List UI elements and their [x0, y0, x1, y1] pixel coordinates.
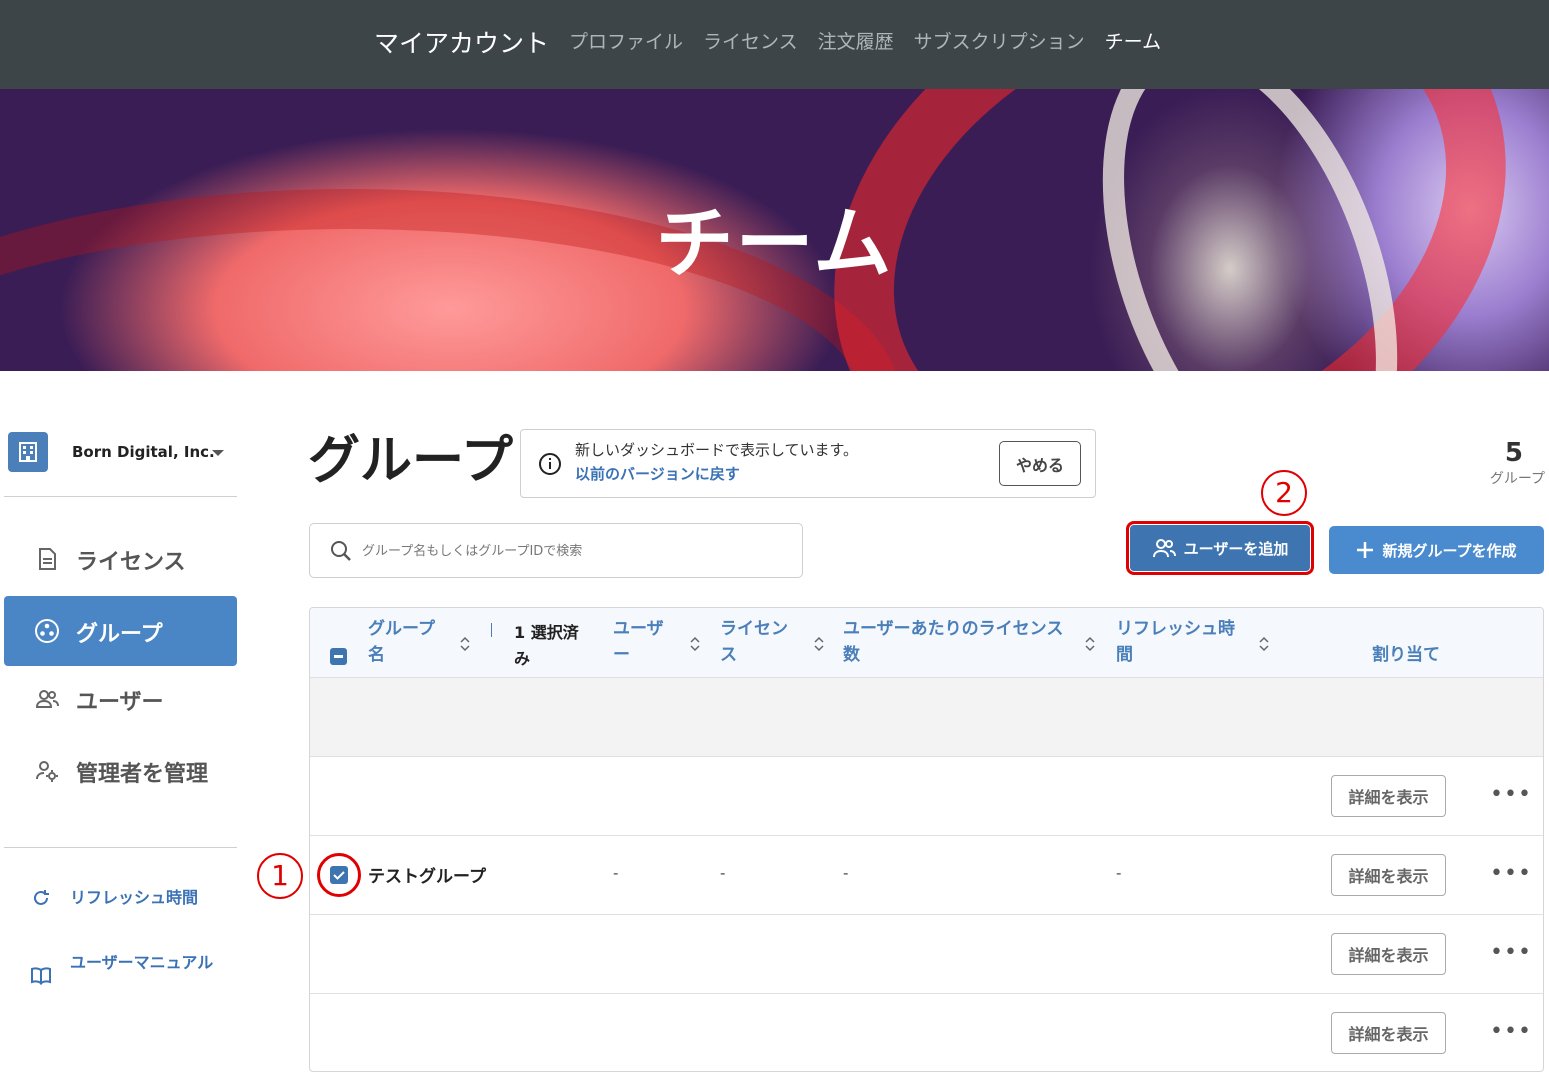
more-menu-icon[interactable]: •••: [1490, 1021, 1532, 1043]
cell-users: -: [613, 864, 619, 882]
row-checkbox[interactable]: [330, 866, 348, 884]
book-icon: [31, 967, 51, 985]
notice-message: 新しいダッシュボードで表示しています。: [575, 441, 859, 459]
table-row: テストグループ - - - - 詳細を表示 •••: [310, 836, 1543, 915]
view-details-button[interactable]: 詳細を表示: [1331, 933, 1446, 975]
sort-icon[interactable]: [1084, 634, 1096, 654]
org-selector[interactable]: Born Digital, Inc.: [8, 432, 238, 474]
more-menu-icon[interactable]: •••: [1490, 863, 1532, 885]
group-icon: [35, 619, 59, 643]
select-all-checkbox[interactable]: [330, 648, 347, 665]
search-input[interactable]: [362, 537, 782, 565]
nav-profile[interactable]: プロファイル: [569, 27, 683, 54]
group-count-unit: グループ: [1489, 471, 1545, 487]
callout-1: 1: [257, 853, 303, 899]
revert-version-link[interactable]: 以前のバージョンに戻す: [575, 463, 740, 484]
groups-table: グループ名 1 選択済み ユーザー ライセンス ユーザーあたりのライセンス数 リ…: [309, 607, 1544, 1072]
document-icon: [39, 548, 56, 570]
nav-subscriptions[interactable]: サブスクリプション: [914, 27, 1085, 54]
plus-icon: [1357, 542, 1374, 558]
sidebar-divider: [4, 847, 237, 848]
sidebar-item-licenses[interactable]: ライセンス: [4, 524, 237, 594]
stop-button[interactable]: やめる: [999, 441, 1081, 486]
header-separator: [491, 623, 492, 637]
check-icon: [333, 871, 345, 880]
nav-orders[interactable]: 注文履歴: [818, 27, 894, 54]
refresh-time-label: リフレッシュ時間: [70, 888, 199, 907]
table-row: 詳細を表示 •••: [310, 915, 1543, 994]
view-details-button[interactable]: 詳細を表示: [1331, 854, 1446, 896]
user-manual-label: ユーザーマニュアル: [70, 953, 214, 972]
header-group-name[interactable]: グループ名: [368, 616, 438, 668]
top-nav: マイアカウント プロファイル ライセンス 注文履歴 サブスクリプション チーム: [0, 0, 1549, 89]
sort-icon[interactable]: [1258, 634, 1270, 654]
view-details-button[interactable]: 詳細を表示: [1331, 775, 1446, 817]
sidebar-item-label: ユーザー: [76, 690, 164, 715]
sidebar-item-label: グループ: [76, 622, 163, 647]
sidebar-item-label: ライセンス: [76, 550, 186, 575]
cell-per-user: -: [843, 864, 849, 882]
view-details-button[interactable]: 詳細を表示: [1331, 1012, 1446, 1054]
admin-gear-icon: [36, 761, 58, 782]
more-menu-icon[interactable]: •••: [1490, 942, 1532, 964]
table-header: グループ名 1 選択済み ユーザー ライセンス ユーザーあたりのライセンス数 リ…: [310, 608, 1543, 678]
sidebar-item-users[interactable]: ユーザー: [4, 664, 237, 734]
building-icon: [8, 432, 48, 472]
group-count-value: 5: [1504, 438, 1523, 468]
dashboard-notice: 新しいダッシュボードで表示しています。 以前のバージョンに戻す やめる: [520, 429, 1096, 498]
add-user-label: ユーザーを追加: [1183, 539, 1289, 558]
refresh-icon: [34, 890, 49, 905]
header-assign: 割り当て: [1372, 645, 1440, 665]
users-icon: [35, 690, 59, 708]
group-count: 5 グループ: [1470, 438, 1545, 488]
page-title: グループ: [308, 431, 513, 491]
info-icon: [539, 453, 561, 475]
callout-2: 2: [1261, 470, 1307, 516]
add-user-button[interactable]: ユーザーを追加: [1126, 521, 1314, 575]
nav-links: プロファイル ライセンス 注文履歴 サブスクリプション チーム: [569, 27, 1161, 54]
table-row: 詳細を表示 •••: [310, 757, 1543, 836]
sidebar-item-label: 管理者を管理: [76, 762, 209, 787]
header-per-user[interactable]: ユーザーあたりのライセンス数: [843, 616, 1073, 668]
sort-icon[interactable]: [459, 634, 471, 654]
sidebar-item-manage-admins[interactable]: 管理者を管理: [4, 736, 237, 806]
header-users[interactable]: ユーザー: [613, 616, 669, 668]
sort-icon[interactable]: [689, 634, 701, 654]
users-icon: [1152, 539, 1176, 558]
hero-banner: チーム: [0, 89, 1549, 371]
hero-title: チーム: [655, 199, 894, 289]
org-name: Born Digital, Inc.: [72, 443, 215, 461]
new-group-button[interactable]: 新規グループを作成: [1329, 526, 1544, 574]
chevron-down-icon[interactable]: [212, 450, 224, 456]
nav-team[interactable]: チーム: [1105, 27, 1161, 54]
table-row: 詳細を表示 •••: [310, 994, 1543, 1071]
sidebar-divider: [4, 496, 237, 497]
sidebar-item-groups[interactable]: グループ: [4, 596, 237, 666]
cell-refresh: -: [1116, 864, 1122, 882]
more-menu-icon[interactable]: •••: [1490, 784, 1532, 806]
group-name[interactable]: テストグループ: [368, 862, 486, 887]
cell-licenses: -: [720, 864, 726, 882]
header-licenses[interactable]: ライセンス: [720, 616, 790, 668]
my-account-link[interactable]: マイアカウント: [374, 24, 549, 60]
search-icon: [331, 541, 351, 561]
search-box: [309, 523, 803, 578]
new-group-label: 新規グループを作成: [1382, 541, 1517, 560]
selected-count: 1 選択済み: [514, 623, 579, 668]
nav-licenses[interactable]: ライセンス: [703, 27, 798, 54]
table-row: [310, 678, 1543, 757]
sort-icon[interactable]: [813, 634, 825, 654]
header-refresh[interactable]: リフレッシュ時間: [1116, 616, 1246, 668]
